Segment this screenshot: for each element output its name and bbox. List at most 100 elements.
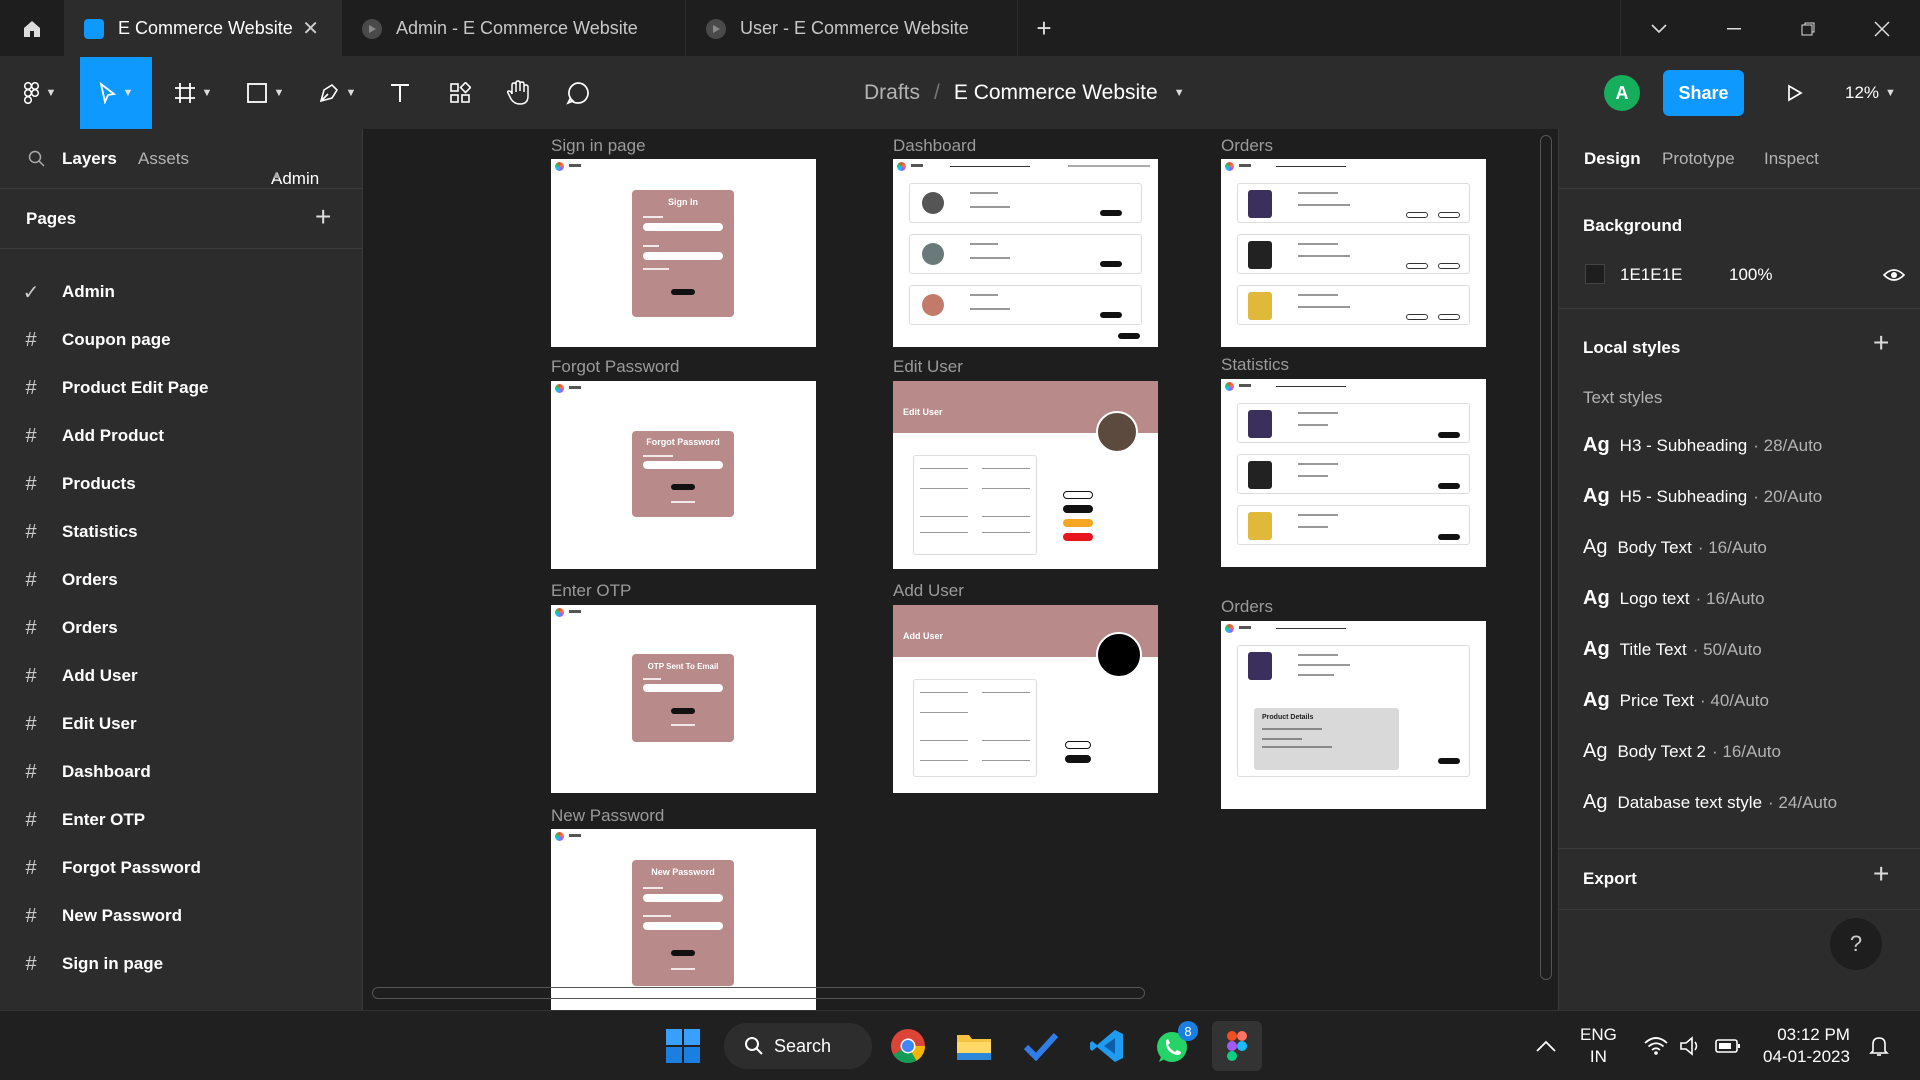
frame-orders[interactable] [1221,159,1486,347]
start-button[interactable] [658,1021,708,1071]
text-style-item[interactable]: Ag H3 - Subheading · 28/Auto [1583,434,1822,457]
text-style-item[interactable]: Ag H5 - Subheading · 20/Auto [1583,485,1822,508]
text-style-item[interactable]: Ag Title Text · 50/Auto [1583,638,1762,661]
frame-orders-detail[interactable]: Product Details [1221,621,1486,809]
add-style-icon[interactable]: + [1873,327,1889,359]
wifi-icon[interactable] [1644,1011,1668,1080]
page-item[interactable]: # Sign in page [0,940,363,988]
whatsapp-app[interactable]: 8 [1148,1021,1198,1071]
page-item[interactable]: # Forgot Password [0,844,363,892]
todo-app[interactable] [1016,1021,1066,1071]
add-page-icon[interactable]: + [315,201,331,233]
frame-tool-button[interactable]: ▼ [164,57,222,129]
restore-icon[interactable] [1770,0,1846,57]
text-style-item[interactable]: Ag Body Text 2 · 16/Auto [1583,740,1781,763]
page-item[interactable]: # Orders [0,556,363,604]
zoom-menu[interactable]: 12% ▼ [1845,57,1896,129]
new-tab-icon[interactable]: + [1006,0,1082,57]
chrome-app[interactable] [883,1021,933,1071]
page-item[interactable]: # Product Edit Page [0,364,363,412]
canvas[interactable]: Sign in page Sign In Forgot Password For… [364,129,1558,1010]
frame-signin[interactable]: Sign In [551,159,816,347]
battery-icon[interactable] [1715,1011,1741,1080]
frame-label-edituser[interactable]: Edit User [893,357,963,377]
frame-label-otp[interactable]: Enter OTP [551,581,631,601]
help-button[interactable]: ? [1830,918,1882,970]
tray-overflow-icon[interactable] [1536,1011,1556,1080]
home-button[interactable] [0,0,64,57]
figma-app[interactable] [1212,1021,1262,1071]
tab-design[interactable]: Design [1584,149,1641,169]
vscode-app[interactable] [1082,1021,1132,1071]
tab-user[interactable]: User - E Commerce Website [686,0,1018,57]
text-style-item[interactable]: Ag Logo text · 16/Auto [1583,587,1765,610]
hand-tool-button[interactable] [496,57,540,129]
background-opacity[interactable]: 100% [1729,265,1772,285]
clock[interactable]: 03:12 PM 04-01-2023 [1763,1011,1850,1080]
tab-e-commerce-website[interactable]: E Commerce Website ✕ [64,0,342,57]
text-tool-button[interactable] [380,57,420,129]
chevron-down-icon[interactable] [1620,0,1696,57]
background-hex[interactable]: 1E1E1E [1620,265,1682,285]
add-export-icon[interactable]: + [1873,858,1889,890]
frame-dashboard[interactable] [893,159,1158,347]
frame-label-adduser[interactable]: Add User [893,581,964,601]
comment-tool-button[interactable] [556,57,600,129]
text-style-item[interactable]: Ag Body Text · 16/Auto [1583,536,1767,559]
frame-add-user[interactable]: Add User [893,605,1158,793]
search-icon[interactable] [28,150,46,168]
frame-edit-user[interactable]: Edit User [893,381,1158,569]
page-item[interactable]: # Edit User [0,700,363,748]
shape-tool-button[interactable]: ▼ [236,57,294,129]
share-button[interactable]: Share [1663,70,1744,116]
page-item[interactable]: # Enter OTP [0,796,363,844]
tab-layers[interactable]: Layers [62,149,117,169]
close-tab-icon[interactable]: ✕ [302,16,319,41]
page-item[interactable]: # Products [0,460,363,508]
chevron-down-icon[interactable]: ▼ [1174,87,1185,99]
text-style-item[interactable]: Ag Price Text · 40/Auto [1583,689,1769,712]
page-item[interactable]: # Dashboard [0,748,363,796]
minimize-icon[interactable] [1696,0,1772,57]
tab-inspect[interactable]: Inspect [1764,149,1819,169]
close-window-icon[interactable] [1844,0,1920,57]
frame-label-stats[interactable]: Statistics [1221,355,1289,375]
vertical-scrollbar[interactable] [1540,135,1552,980]
present-button[interactable] [1770,57,1820,129]
resources-button[interactable] [440,57,480,129]
taskbar-search[interactable]: Search [724,1023,872,1069]
tab-assets[interactable]: Assets [138,149,189,169]
frame-new-password[interactable]: New Password [551,829,816,1010]
notification-icon[interactable] [1868,1011,1890,1080]
breadcrumb-drafts[interactable]: Drafts [864,81,920,105]
language-indicator[interactable]: ENG IN [1580,1011,1617,1080]
horizontal-scrollbar[interactable] [372,987,1145,999]
frame-forgot-password[interactable]: Forgot Password [551,381,816,569]
page-item[interactable]: # Statistics [0,508,363,556]
tab-prototype[interactable]: Prototype [1662,149,1735,169]
frame-label-newpw[interactable]: New Password [551,806,664,826]
frame-label-forgot[interactable]: Forgot Password [551,357,680,377]
pen-tool-button[interactable]: ▼ [308,57,366,129]
frame-label-dashboard[interactable]: Dashboard [893,136,976,156]
page-item[interactable]: # Orders [0,604,363,652]
frame-statistics[interactable] [1221,379,1486,567]
frame-label-orders-2[interactable]: Orders [1221,597,1273,617]
file-explorer-app[interactable] [949,1021,999,1071]
page-item[interactable]: # New Password [0,892,363,940]
page-item[interactable]: ✓ Admin [0,268,363,316]
page-item[interactable]: # Add User [0,652,363,700]
text-style-item[interactable]: Ag Database text style · 24/Auto [1583,791,1837,814]
avatar[interactable]: A [1604,75,1640,111]
volume-icon[interactable] [1679,1011,1703,1080]
frame-label-orders[interactable]: Orders [1221,136,1273,156]
background-swatch[interactable] [1585,264,1605,284]
tab-admin[interactable]: Admin - E Commerce Website [342,0,686,57]
page-item[interactable]: # Coupon page [0,316,363,364]
move-tool-button[interactable]: ▼ [80,57,152,129]
page-item[interactable]: # Add Product [0,412,363,460]
main-menu-button[interactable]: ▼ [12,57,68,129]
file-name[interactable]: E Commerce Website [954,81,1158,105]
frame-enter-otp[interactable]: OTP Sent To Email [551,605,816,793]
frame-label-signin[interactable]: Sign in page [551,136,646,156]
